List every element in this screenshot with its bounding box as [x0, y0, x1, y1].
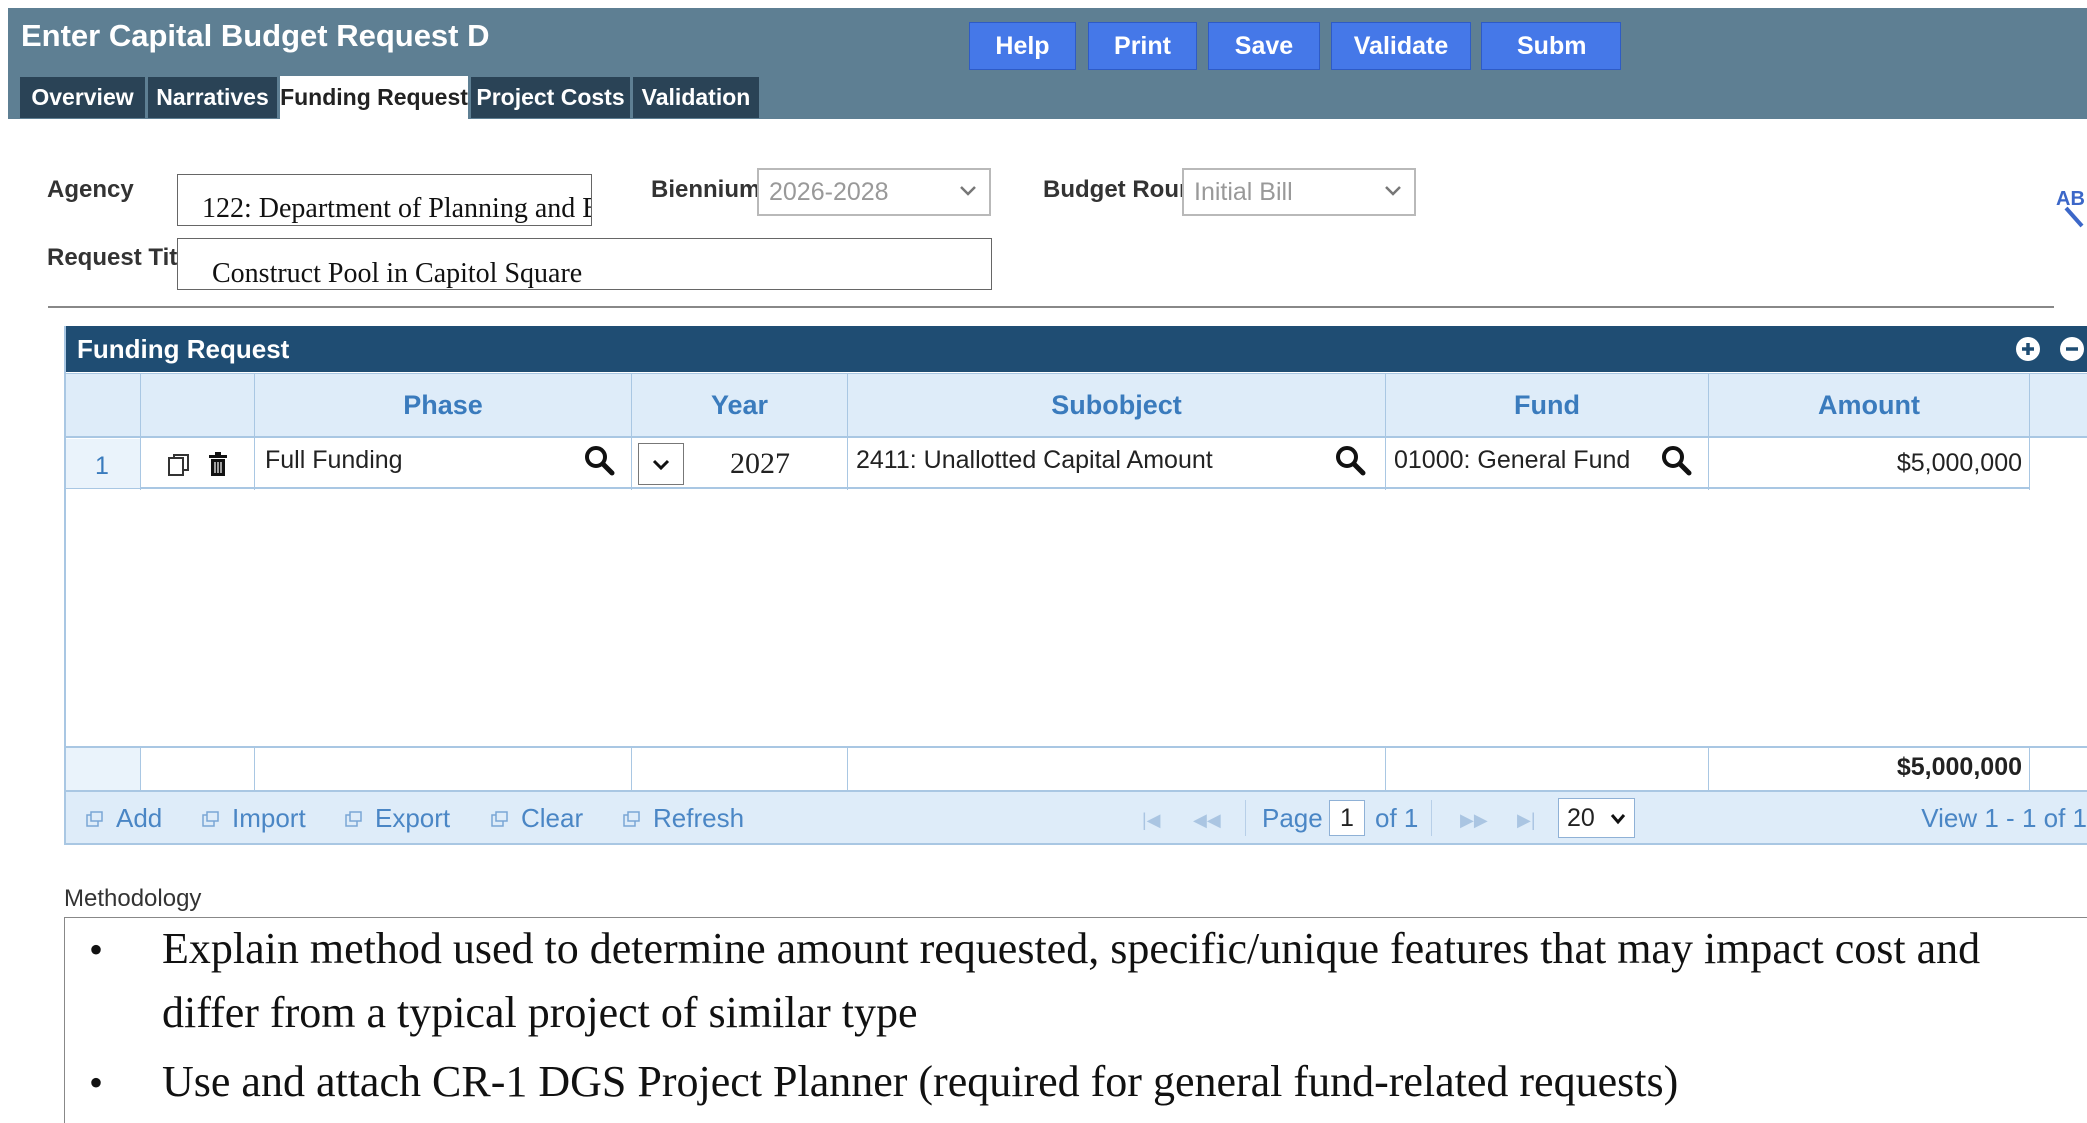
tab-overview[interactable]: Overview [20, 77, 145, 118]
bullet-marker: • [89, 927, 104, 972]
methodology-bullet: Explain method used to determine amount … [162, 924, 1981, 1037]
submit-button[interactable]: Subm [1481, 22, 1621, 70]
column-separator [847, 746, 848, 792]
import-icon [202, 810, 219, 827]
year-dropdown-button[interactable] [638, 443, 684, 485]
refresh-label: Refresh [653, 803, 745, 833]
next-page-icon[interactable]: ▶▶ [1460, 810, 1488, 831]
column-separator [631, 373, 632, 490]
column-header-subobject[interactable]: Subobject [848, 390, 1385, 421]
year-cell[interactable]: 2027 [730, 447, 790, 481]
refresh-button[interactable]: Refresh [623, 803, 744, 834]
page-label: Page [1262, 803, 1323, 833]
column-header-phase[interactable]: Phase [255, 390, 631, 421]
column-header-amount[interactable]: Amount [1709, 390, 2029, 421]
clear-icon [491, 810, 508, 827]
chevron-down-icon [1385, 186, 1401, 196]
column-header-year[interactable]: Year [632, 390, 847, 421]
grid-caption-bar [64, 326, 2087, 372]
tab-funding-request[interactable]: Funding Request [280, 76, 468, 119]
last-page-icon[interactable]: ▶| [1517, 810, 1536, 831]
page-number-input[interactable]: 1 [1329, 800, 1365, 836]
biennium-select[interactable]: 2026-2028 [757, 168, 991, 216]
grid-left-border [64, 326, 66, 845]
request-title-label: Request Title [47, 244, 198, 271]
chevron-down-icon [960, 186, 976, 196]
methodology-label: Methodology [64, 885, 202, 912]
page-size-select[interactable]: 20 [1558, 798, 1635, 838]
page-total-label: of 1 [1375, 803, 1419, 833]
import-label: Import [232, 803, 306, 833]
view-count: View 1 - 1 of 1 [1921, 803, 2087, 833]
column-separator [2029, 373, 2030, 490]
grid-caption: Funding Request [77, 334, 290, 364]
fund-cell[interactable]: 01000: General Fund [1394, 446, 1630, 475]
pager-separator [1245, 800, 1246, 836]
budget-round-select[interactable]: Initial Bill [1182, 168, 1416, 216]
search-icon[interactable] [1334, 444, 1366, 476]
footer-number-cell [65, 748, 141, 790]
clear-button[interactable]: Clear [491, 803, 583, 834]
grid-body [64, 489, 2087, 746]
row-number: 1 [95, 452, 109, 480]
tab-project-costs[interactable]: Project Costs [471, 77, 630, 118]
column-separator [140, 373, 141, 490]
collapse-circle-icon[interactable] [2058, 335, 2086, 363]
prev-page-icon[interactable]: ◀◀ [1193, 810, 1221, 831]
save-button[interactable]: Save [1208, 22, 1320, 70]
column-separator [1385, 373, 1386, 490]
export-icon [345, 810, 362, 827]
export-label: Export [375, 803, 451, 833]
request-title-field[interactable]: Construct Pool in Capitol Square [177, 238, 992, 290]
import-button[interactable]: Import [202, 803, 306, 834]
spellcheck-icon[interactable] [2064, 206, 2087, 230]
biennium-label: Biennium [651, 176, 761, 203]
tab-narratives[interactable]: Narratives [148, 77, 277, 118]
first-page-icon[interactable]: |◀ [1142, 810, 1161, 831]
add-row-button[interactable]: Add [86, 803, 162, 834]
agency-field[interactable]: 122: Department of Planning and Budget [177, 174, 592, 226]
column-separator [254, 746, 255, 792]
amount-total: $5,000,000 [1896, 753, 2022, 781]
add-icon [86, 810, 103, 827]
amount-cell[interactable]: $5,000,000 [1709, 449, 2022, 478]
tab-validation[interactable]: Validation [633, 77, 759, 118]
pager-separator [1431, 800, 1432, 836]
add-circle-icon[interactable] [2014, 335, 2042, 363]
phase-cell[interactable]: Full Funding [265, 446, 403, 475]
validate-button[interactable]: Validate [1331, 22, 1471, 70]
column-separator [847, 373, 848, 490]
subobject-cell[interactable]: 2411: Unallotted Capital Amount [856, 446, 1213, 475]
copy-row-icon[interactable] [166, 452, 192, 478]
chevron-down-icon [1610, 814, 1626, 825]
add-label: Add [116, 803, 163, 833]
column-header-fund[interactable]: Fund [1386, 390, 1708, 421]
column-separator [254, 373, 255, 490]
export-button[interactable]: Export [345, 803, 450, 834]
agency-label: Agency [47, 176, 134, 203]
column-separator [1385, 746, 1386, 792]
chevron-down-icon [652, 459, 670, 471]
page-size-value: 20 [1567, 804, 1595, 832]
help-button[interactable]: Help [969, 22, 1076, 70]
biennium-value: 2026-2028 [769, 177, 889, 206]
refresh-icon [623, 810, 640, 827]
budget-round-value: Initial Bill [1194, 177, 1293, 206]
column-separator [631, 746, 632, 792]
divider [48, 306, 2054, 308]
trash-icon[interactable] [207, 451, 229, 477]
page-title: Enter Capital Budget Request D [21, 18, 490, 53]
print-button[interactable]: Print [1088, 22, 1197, 70]
methodology-bullet: Use and attach CR-1 DGS Project Planner … [162, 1057, 1679, 1106]
bullet-marker: • [89, 1060, 104, 1105]
search-icon[interactable] [583, 444, 615, 476]
column-separator [140, 746, 141, 792]
clear-label: Clear [521, 803, 584, 833]
search-icon[interactable] [1660, 444, 1692, 476]
column-separator [2029, 746, 2030, 792]
